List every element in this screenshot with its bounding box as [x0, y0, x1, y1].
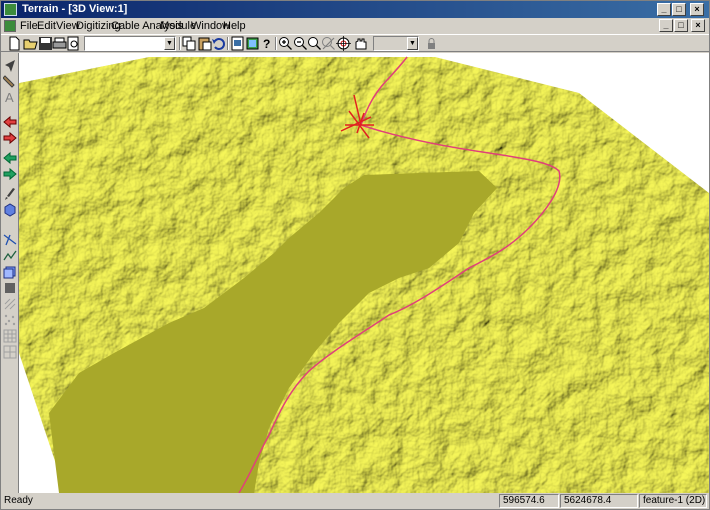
document-icon[interactable]	[4, 20, 16, 32]
open-icon[interactable]	[23, 36, 38, 51]
layers-icon[interactable]	[245, 36, 260, 51]
menu-edit[interactable]: Edit	[37, 20, 56, 32]
arrow-right-green-icon[interactable]	[3, 167, 17, 181]
help-icon[interactable]: ?	[259, 36, 274, 51]
layer-combo[interactable]: ▼	[84, 36, 176, 51]
lock-icon[interactable]	[424, 36, 439, 51]
select-arrow-icon[interactable]	[3, 59, 17, 73]
undo-icon[interactable]	[211, 36, 226, 51]
toolbar-separator	[179, 37, 181, 50]
rotate-hand-icon[interactable]	[353, 36, 368, 51]
close-button[interactable]: ×	[690, 3, 704, 16]
application-window: Terrain - [3D View:1] _ □ × File Edit Vi…	[0, 0, 710, 510]
toolbar-separator	[275, 37, 277, 50]
paste-icon[interactable]	[197, 36, 212, 51]
chevron-down-icon[interactable]: ▼	[164, 37, 175, 50]
status-feature: feature-1 (2D)	[639, 494, 707, 508]
child-close-button[interactable]: ×	[691, 19, 705, 32]
cube-icon[interactable]	[3, 203, 17, 217]
zoom-extent-icon[interactable]	[307, 36, 322, 51]
svg-text:?: ?	[263, 37, 270, 51]
chevron-down-icon[interactable]: ▼	[407, 37, 418, 50]
points-icon[interactable]	[3, 313, 17, 327]
zoom-out-icon[interactable]	[293, 36, 308, 51]
menu-help[interactable]: Help	[223, 20, 246, 32]
svg-text:A: A	[5, 90, 14, 103]
properties-icon[interactable]	[230, 36, 245, 51]
status-y-coordinate: 5624678.4	[560, 494, 638, 508]
zoom-in-icon[interactable]	[278, 36, 293, 51]
arrow-left-green-icon[interactable]	[3, 151, 17, 165]
pan-target-icon[interactable]	[336, 36, 351, 51]
toolbar-separator	[227, 37, 229, 50]
box-icon[interactable]	[3, 265, 17, 279]
app-icon[interactable]	[4, 3, 17, 16]
profile-icon[interactable]	[3, 249, 17, 263]
child-restore-button[interactable]: □	[674, 19, 688, 32]
status-ready: Ready	[4, 495, 33, 506]
menu-file[interactable]: File	[20, 20, 38, 32]
hatch-icon[interactable]	[3, 297, 17, 311]
pencil-icon[interactable]	[3, 74, 17, 88]
fill-icon[interactable]	[3, 281, 17, 295]
title-bar[interactable]: Terrain - [3D View:1] _ □ ×	[1, 1, 709, 18]
tool-palette: A	[1, 53, 19, 493]
status-bar: Ready 596574.6 5624678.4 feature-1 (2D)	[1, 493, 709, 509]
zoom-combo[interactable]: ▼	[373, 36, 419, 51]
grid2-icon[interactable]	[3, 345, 17, 359]
text-icon[interactable]: A	[3, 89, 17, 103]
terrain-render[interactable]	[19, 53, 709, 493]
cable-icon[interactable]	[3, 233, 17, 247]
grid-icon[interactable]	[3, 329, 17, 343]
zoom-window-icon[interactable]	[321, 36, 336, 51]
3d-view-canvas[interactable]	[19, 53, 709, 493]
minimize-button[interactable]: _	[657, 3, 671, 16]
child-minimize-button[interactable]: _	[659, 19, 673, 32]
copy-icon[interactable]	[182, 36, 197, 51]
toolbar: ▼ ? ▼	[1, 34, 709, 52]
new-icon[interactable]	[7, 36, 22, 51]
arrow-left-red-icon[interactable]	[3, 115, 17, 129]
print-preview-icon[interactable]	[66, 36, 81, 51]
arrow-right-red-icon[interactable]	[3, 131, 17, 145]
window-title: Terrain - [3D View:1]	[22, 3, 128, 15]
print-icon[interactable]	[52, 36, 67, 51]
save-icon[interactable]	[38, 36, 53, 51]
maximize-button[interactable]: □	[672, 3, 686, 16]
status-x-coordinate: 596574.6	[499, 494, 559, 508]
menu-bar: File Edit View Digitizing Cable Analysis…	[1, 18, 709, 34]
brush-icon[interactable]	[3, 187, 17, 201]
